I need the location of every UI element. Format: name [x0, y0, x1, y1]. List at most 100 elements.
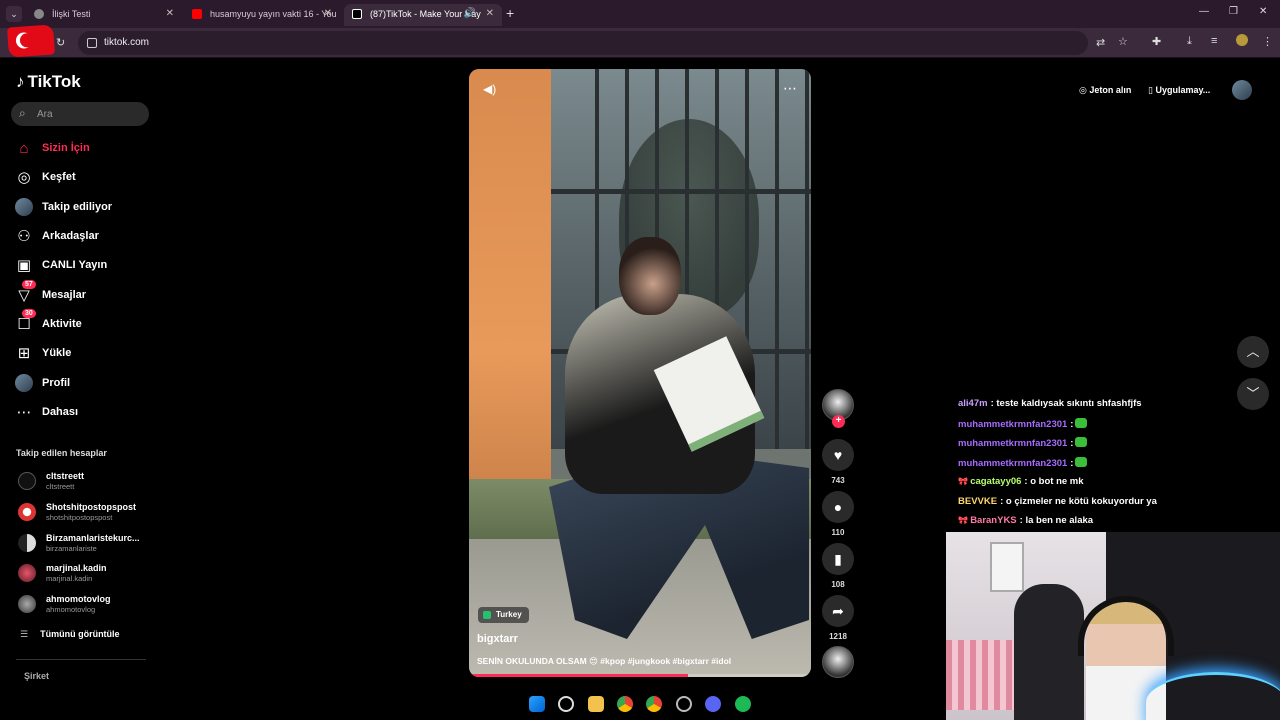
chat-username: cagatayy06	[970, 476, 1022, 487]
location-icon	[483, 611, 491, 619]
avatar	[18, 564, 36, 582]
close-icon[interactable]: ✕	[486, 4, 494, 24]
site-settings-icon[interactable]	[87, 38, 97, 48]
divider	[16, 659, 146, 660]
followed-account[interactable]: marjinal.kadin marjinal.kadin	[16, 560, 156, 588]
spotify-icon[interactable]	[735, 696, 751, 712]
nav-live[interactable]: ▣ CANLI Yayın	[14, 254, 154, 278]
volume-icon[interactable]: ◀)	[483, 82, 496, 96]
activity-icon: ☐	[17, 316, 31, 333]
search-input[interactable]	[37, 106, 137, 122]
menu-icon[interactable]: ⋮	[1262, 35, 1273, 48]
search-icon: ⌕	[19, 106, 26, 120]
followed-account[interactable]: cltstreett cltstreett	[16, 468, 156, 496]
video-player[interactable]: ◀) ⋯ Turkey bigxtarr SENİN OKULUNDA OLSA…	[469, 69, 811, 677]
chrome-icon[interactable]	[617, 696, 633, 712]
video-progress-bar[interactable]	[469, 674, 811, 677]
turkey-flag-overlay	[7, 24, 55, 58]
avatar	[18, 595, 36, 613]
tab-search-button[interactable]: ⌄	[6, 6, 22, 22]
stream-chat-overlay: ali47m: teste kaldıysak sıkıntı shfashfj…	[958, 398, 1258, 535]
windows-start-icon[interactable]	[529, 696, 545, 712]
nav-more[interactable]: ⋯ Dahası	[14, 401, 154, 425]
follow-plus-button[interactable]: +	[832, 415, 845, 428]
speaker-icon[interactable]: 🔊	[464, 4, 476, 24]
comment-count: 110	[831, 528, 845, 537]
like-count: 743	[831, 476, 845, 485]
share-button[interactable]: ➦	[822, 595, 854, 627]
video-caption: SENİN OKULUNDA OLSAM 😍 #kpop #jungkook #…	[477, 656, 732, 666]
close-icon[interactable]: ✕	[166, 4, 174, 24]
obs-icon[interactable]	[676, 696, 692, 712]
home-icon: ⌂	[19, 140, 29, 157]
nav-upload[interactable]: ⊞ Yükle	[14, 342, 154, 366]
bookmark-icon: ▮	[834, 551, 842, 567]
search-icon[interactable]	[558, 696, 574, 712]
heart-icon: ♥	[833, 447, 843, 463]
reload-icon[interactable]: ↻	[56, 36, 65, 49]
video-author[interactable]: bigxtarr	[477, 633, 518, 645]
close-window-button[interactable]: ✕	[1259, 6, 1267, 17]
previous-video-button[interactable]: ︿	[1237, 336, 1269, 368]
close-icon[interactable]: ✕	[324, 4, 332, 24]
get-coins-button[interactable]: ◎ Jeton alın	[1079, 79, 1131, 101]
messages-badge: 57	[22, 280, 36, 289]
more-options-icon[interactable]: ⋯	[783, 80, 797, 97]
followed-account[interactable]: Shotshitpostopspost shotshitpostopspost	[16, 499, 156, 527]
file-explorer-icon[interactable]	[588, 696, 604, 712]
comment-icon: ●	[833, 499, 843, 515]
followed-account[interactable]: ahmomotovlog ahmomotovlog	[16, 591, 156, 619]
globe-icon	[34, 9, 44, 19]
tiktok-icon	[352, 9, 362, 19]
chat-badge-icon: 🎀	[958, 477, 971, 486]
search-box[interactable]: ⌕	[11, 102, 149, 126]
nav-for-you[interactable]: ⌂ Sizin İçin	[14, 137, 154, 161]
chat-message: BEVVKE: o çizmeler ne kötü kokuyordur ya	[958, 496, 1258, 516]
bookmark-star-icon[interactable]: ☆	[1118, 35, 1128, 48]
nav-friends[interactable]: ⚇ Arkadaşlar	[14, 225, 154, 249]
avatar	[14, 374, 34, 394]
chat-username: muhammetkrmnfan2301	[958, 438, 1068, 449]
activity-badge: 30	[22, 309, 36, 318]
tab-iliski-testi[interactable]: İlişki Testi ✕	[26, 4, 182, 26]
company-link[interactable]: Şirket	[24, 671, 49, 681]
omnibox[interactable]: tiktok.com	[78, 31, 1088, 55]
chat-message: muhammetkrmnfan2301:	[958, 417, 1258, 438]
video-progress-fill	[469, 674, 688, 677]
tab-tiktok[interactable]: (87)TikTok - Make Your Day 🔊 ✕	[344, 4, 502, 26]
compass-icon: ◎	[17, 169, 31, 186]
chrome-icon[interactable]	[646, 696, 662, 712]
save-count: 108	[831, 580, 845, 589]
translate-icon[interactable]: ⇄	[1096, 36, 1105, 49]
followed-account[interactable]: Birzamanlaristekurc... birzamanlariste	[16, 530, 156, 558]
chat-message: muhammetkrmnfan2301:	[958, 437, 1258, 457]
screen: ⌄ İlişki Testi ✕ husamyuyu yayın vakti 1…	[0, 0, 1280, 720]
nav-following[interactable]: Takip ediliyor	[14, 196, 154, 220]
nav-messages[interactable]: ▽ 57 Mesajlar	[14, 280, 154, 308]
save-button[interactable]: ▮	[822, 543, 854, 575]
new-tab-button[interactable]: +	[506, 5, 514, 21]
location-badge[interactable]: Turkey	[478, 607, 529, 623]
extensions-icon[interactable]: ✚	[1152, 35, 1161, 48]
list-icon: ☰	[20, 629, 29, 639]
media-control-icon[interactable]: ≡	[1211, 35, 1217, 47]
see-all-button[interactable]: ☰ Tümünü görüntüle	[20, 629, 120, 640]
get-app-button[interactable]: ▯ Uygulamay...	[1148, 79, 1210, 101]
tiktok-logo[interactable]: ♪ TikTok	[16, 72, 81, 92]
tab-youtube[interactable]: husamyuyu yayın vakti 16 - You ✕	[184, 4, 340, 26]
profile-avatar[interactable]	[1236, 34, 1248, 46]
chat-username: muhammetkrmnfan2301	[958, 418, 1068, 430]
sound-avatar[interactable]	[822, 646, 854, 678]
share-icon: ➦	[832, 603, 844, 619]
restore-button[interactable]: ❐	[1229, 6, 1238, 17]
nav-explore[interactable]: ◎ Keşfet	[14, 166, 154, 190]
user-avatar[interactable]	[1232, 80, 1252, 100]
nav-profile[interactable]: Profil	[14, 372, 154, 396]
like-button[interactable]: ♥	[822, 439, 854, 471]
discord-icon[interactable]	[705, 696, 721, 712]
download-icon[interactable]: ⤓	[1187, 35, 1192, 48]
more-icon: ⋯	[16, 404, 32, 421]
minimize-button[interactable]: —	[1199, 6, 1209, 17]
nav-activity[interactable]: ☐ 30 Aktivite	[14, 309, 154, 337]
comment-button[interactable]: ●	[822, 491, 854, 523]
